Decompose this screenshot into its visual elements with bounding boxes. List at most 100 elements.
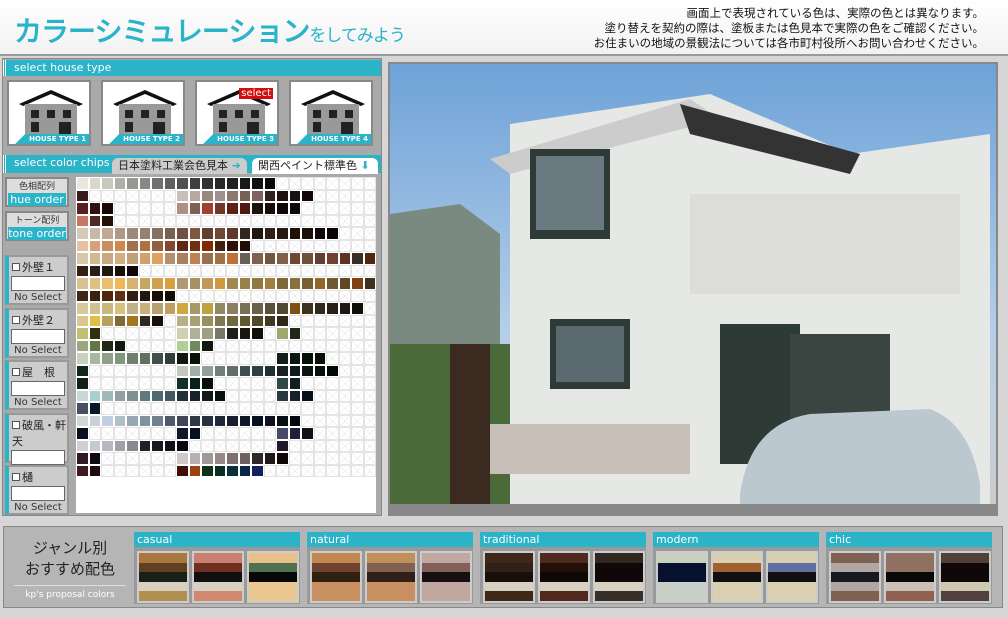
color-chip[interactable] xyxy=(251,452,264,465)
color-chip[interactable] xyxy=(201,252,214,265)
color-chip[interactable] xyxy=(213,364,226,377)
part-selector[interactable]: 外壁２ No Select xyxy=(5,307,69,358)
color-chip[interactable] xyxy=(201,277,214,290)
color-chip[interactable] xyxy=(288,252,301,265)
color-chip[interactable] xyxy=(88,352,101,365)
color-chip[interactable] xyxy=(151,414,164,427)
color-chip[interactable] xyxy=(251,252,264,265)
color-chip[interactable] xyxy=(188,377,201,390)
color-chip[interactable] xyxy=(101,239,114,252)
color-chip[interactable] xyxy=(126,439,139,452)
color-chip[interactable] xyxy=(288,227,301,240)
color-chip[interactable] xyxy=(276,439,289,452)
color-chip[interactable] xyxy=(326,252,339,265)
color-chip[interactable] xyxy=(226,302,239,315)
color-chip[interactable] xyxy=(313,352,326,365)
color-chip[interactable] xyxy=(163,289,176,302)
color-chip[interactable] xyxy=(188,364,201,377)
color-chip[interactable] xyxy=(151,277,164,290)
color-chip[interactable] xyxy=(238,202,251,215)
color-chip[interactable] xyxy=(188,352,201,365)
color-chip[interactable] xyxy=(101,302,114,315)
color-chip[interactable] xyxy=(251,327,264,340)
color-chip[interactable] xyxy=(201,302,214,315)
proposal-swatch[interactable] xyxy=(884,551,936,603)
color-chip[interactable] xyxy=(163,439,176,452)
tab-nittoko[interactable]: 日本塗料工業会色見本 ➜ xyxy=(112,158,247,174)
color-chip[interactable] xyxy=(251,189,264,202)
color-chip[interactable] xyxy=(126,239,139,252)
color-chip[interactable] xyxy=(263,314,276,327)
color-chip[interactable] xyxy=(76,327,89,340)
part-selector[interactable]: 樋 No Select xyxy=(5,465,69,515)
color-chip[interactable] xyxy=(313,364,326,377)
color-chip[interactable] xyxy=(151,227,164,240)
color-chip[interactable] xyxy=(113,277,126,290)
color-chip[interactable] xyxy=(301,227,314,240)
color-chip[interactable] xyxy=(76,239,89,252)
color-chip[interactable] xyxy=(151,252,164,265)
color-chip[interactable] xyxy=(138,177,151,190)
color-chip[interactable] xyxy=(251,464,264,477)
color-chip[interactable] xyxy=(276,389,289,402)
color-chip[interactable] xyxy=(76,302,89,315)
color-chip[interactable] xyxy=(88,402,101,415)
color-chip[interactable] xyxy=(288,352,301,365)
color-chip[interactable] xyxy=(251,227,264,240)
color-chip[interactable] xyxy=(276,227,289,240)
color-chip[interactable] xyxy=(176,239,189,252)
color-chip[interactable] xyxy=(113,389,126,402)
color-chip[interactable] xyxy=(238,364,251,377)
color-chip[interactable] xyxy=(213,202,226,215)
color-chip[interactable] xyxy=(301,389,314,402)
color-chip[interactable] xyxy=(101,227,114,240)
color-chip[interactable] xyxy=(263,202,276,215)
color-chip[interactable] xyxy=(126,289,139,302)
color-chip[interactable] xyxy=(201,314,214,327)
color-chip[interactable] xyxy=(201,377,214,390)
color-chip[interactable] xyxy=(288,327,301,340)
proposal-swatch[interactable] xyxy=(829,551,881,603)
color-chip[interactable] xyxy=(163,302,176,315)
color-chip[interactable] xyxy=(238,327,251,340)
color-chip[interactable] xyxy=(138,414,151,427)
color-chip[interactable] xyxy=(226,277,239,290)
color-chip[interactable] xyxy=(276,452,289,465)
color-chip[interactable] xyxy=(301,427,314,440)
color-chip[interactable] xyxy=(338,277,351,290)
color-chip[interactable] xyxy=(88,239,101,252)
color-chip[interactable] xyxy=(251,277,264,290)
color-chip[interactable] xyxy=(188,452,201,465)
color-chip[interactable] xyxy=(326,227,339,240)
proposal-swatch[interactable] xyxy=(247,551,299,603)
color-chip[interactable] xyxy=(188,202,201,215)
color-chip[interactable] xyxy=(113,177,126,190)
color-chip[interactable] xyxy=(88,464,101,477)
color-chip[interactable] xyxy=(151,352,164,365)
color-chip[interactable] xyxy=(288,189,301,202)
color-chip[interactable] xyxy=(226,314,239,327)
color-chip[interactable] xyxy=(176,389,189,402)
color-chip[interactable] xyxy=(113,314,126,327)
color-chip[interactable] xyxy=(213,464,226,477)
color-chip[interactable] xyxy=(76,277,89,290)
color-chip[interactable] xyxy=(288,414,301,427)
color-chip[interactable] xyxy=(76,177,89,190)
color-chip[interactable] xyxy=(188,414,201,427)
color-chip[interactable] xyxy=(276,302,289,315)
color-chip[interactable] xyxy=(263,252,276,265)
color-chip[interactable] xyxy=(276,414,289,427)
color-chip[interactable] xyxy=(226,327,239,340)
color-chip[interactable] xyxy=(113,302,126,315)
color-chip[interactable] xyxy=(101,177,114,190)
color-chip[interactable] xyxy=(126,389,139,402)
color-chip[interactable] xyxy=(176,352,189,365)
color-chip[interactable] xyxy=(251,414,264,427)
color-chip[interactable] xyxy=(213,452,226,465)
color-chip[interactable] xyxy=(288,277,301,290)
color-chip[interactable] xyxy=(76,414,89,427)
color-chip[interactable] xyxy=(313,252,326,265)
color-chip[interactable] xyxy=(288,377,301,390)
color-chip[interactable] xyxy=(351,277,364,290)
proposal-swatch[interactable] xyxy=(711,551,763,603)
